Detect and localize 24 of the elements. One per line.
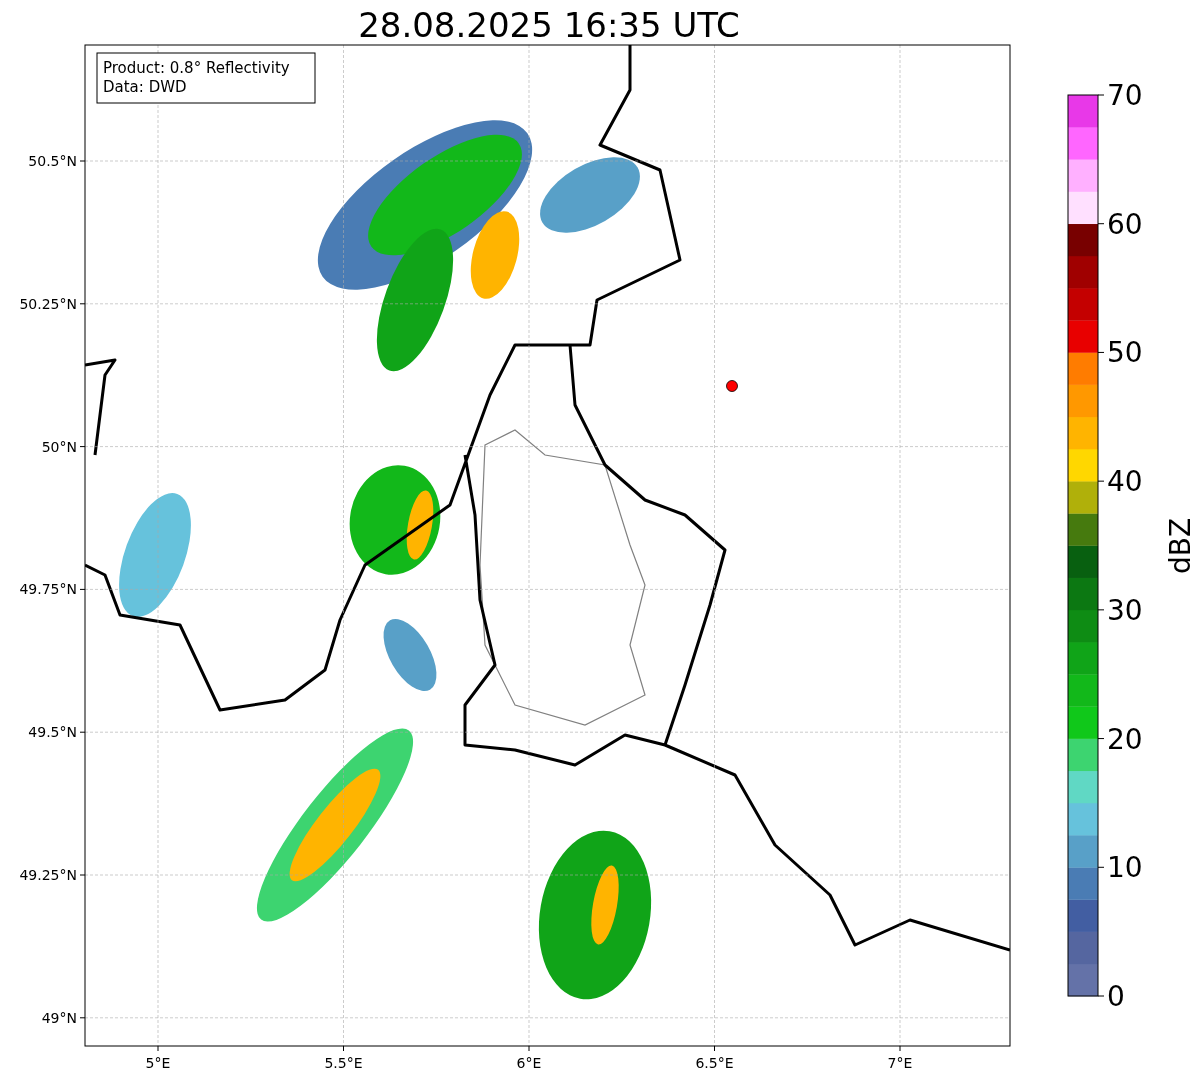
colorbar-tick-label: 50 [1107,336,1143,370]
latitude-label: 49.75°N [19,581,77,598]
longitude-label: 5.5°E [324,1055,363,1071]
colorbar-tick-label: 0 [1107,980,1125,1013]
longitude-label: 6.5°E [695,1055,734,1071]
colorbar-tick-label: 30 [1107,593,1143,627]
colorbar-tick-label: 70 [1107,79,1143,112]
latitude-label: 50.5°N [28,153,77,169]
legend-text: Product: 0.8° Reflectivity [103,59,290,77]
colorbar-label: dBZ [1164,517,1197,575]
longitude-label: 7°E [887,1055,913,1071]
chart-title: 28.08.2025 16:35 UTC [358,5,740,45]
latitude-label: 50.25°N [19,295,77,312]
legend-text: Data: DWD [103,78,187,96]
latitude-label: 49.5°N [28,724,77,741]
longitude-label: 6°E [516,1055,542,1071]
longitude-label: 5°E [145,1055,171,1071]
latitude-label: 50°N [41,438,77,455]
latitude-label: 49°N [41,1009,77,1026]
colorbar-tick-label: 10 [1107,851,1143,885]
colorbar-tick-label: 40 [1107,465,1143,499]
colorbar-tick-label: 20 [1107,722,1143,756]
latitude-label: 49.25°N [19,867,77,883]
colorbar-tick-label: 60 [1107,207,1143,241]
